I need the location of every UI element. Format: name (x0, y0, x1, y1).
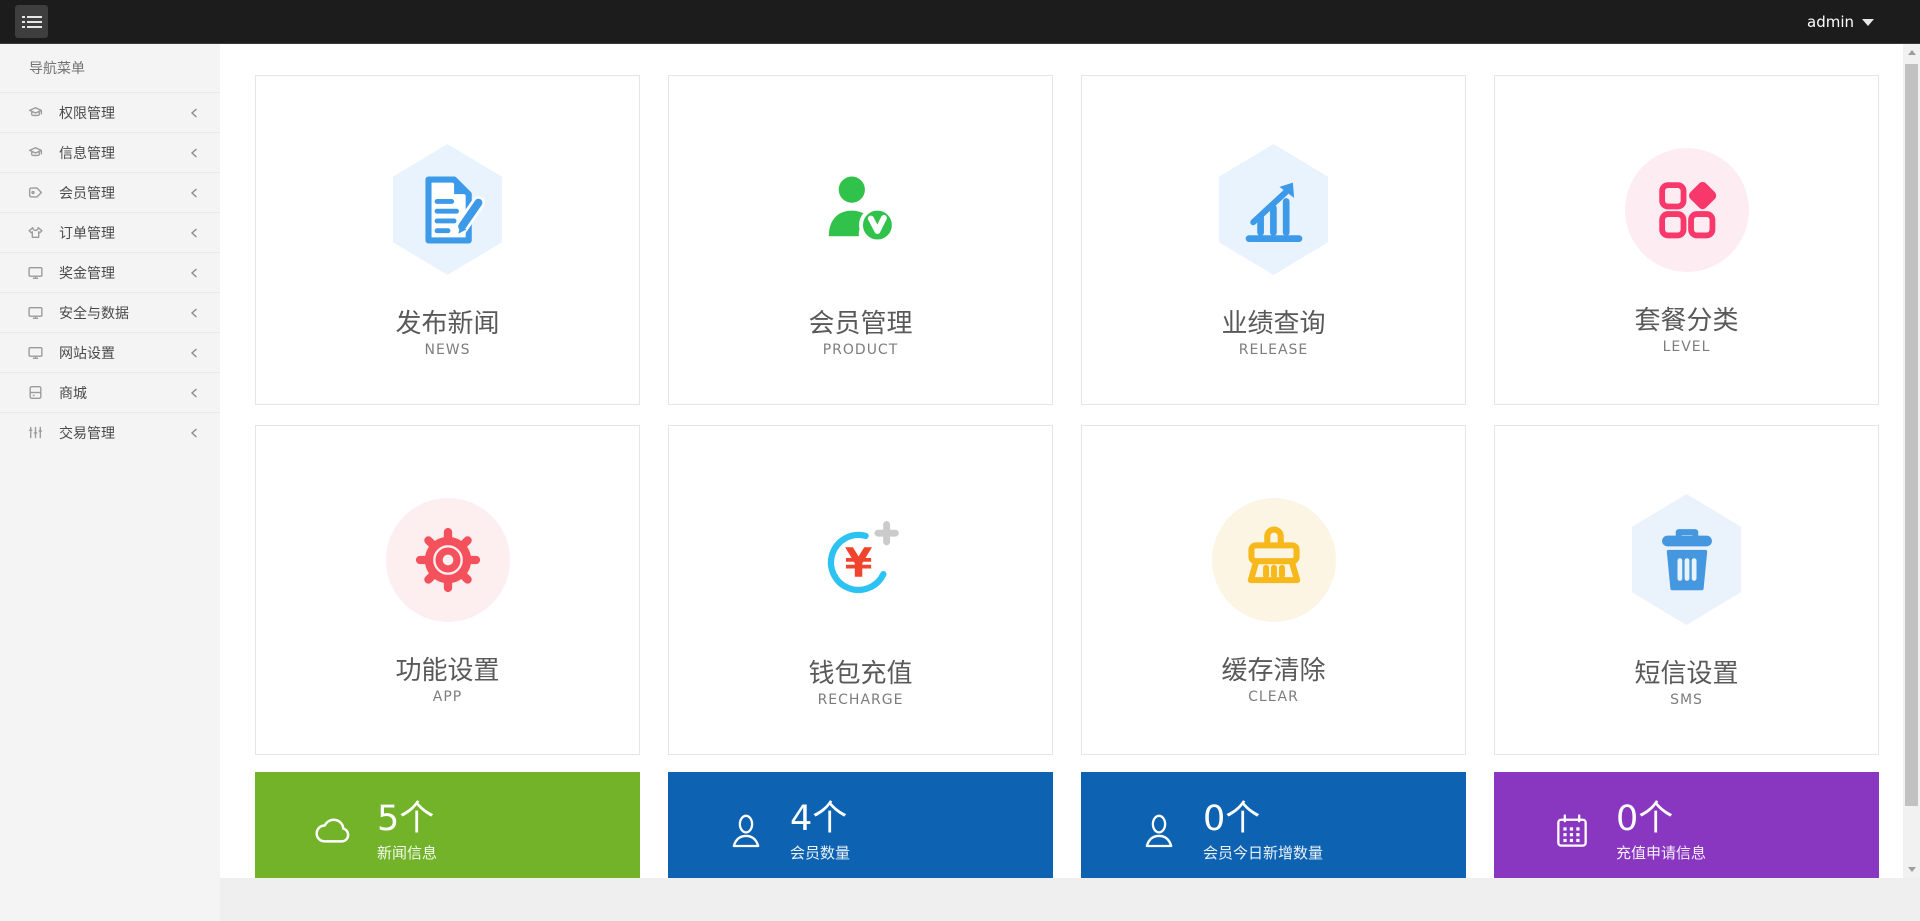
svg-text:¥: ¥ (844, 540, 872, 586)
security-monitor-icon (27, 304, 44, 321)
vertical-scrollbar[interactable] (1903, 44, 1920, 878)
stat-member-new-today: 0个 会员今日新增数量 (1081, 772, 1466, 878)
card-performance-query[interactable]: 业绩查询 RELEASE (1081, 75, 1466, 405)
sidebar-item-label: 网站设置 (59, 343, 188, 363)
sidebar-item-permission[interactable]: 权限管理 (0, 92, 220, 132)
card-title: 发布新闻 (395, 303, 499, 340)
chevron-left-icon (188, 107, 200, 119)
scroll-down-arrow-icon[interactable] (1903, 861, 1920, 878)
sidebar-item-orders[interactable]: 订单管理 (0, 212, 220, 252)
card-cache-clear[interactable]: 缓存清除 CLEAR (1081, 425, 1466, 755)
sidebar: 导航菜单 权限管理 信息管理 会员管理 订单管理 奖金管理 (0, 44, 220, 921)
sidebar-item-mall[interactable]: 商城 (0, 372, 220, 412)
card-function-settings[interactable]: 功能设置 APP (255, 425, 640, 755)
topbar: admin (0, 0, 1920, 44)
card-sms-settings[interactable]: 短信设置 SMS (1494, 425, 1879, 755)
sidebar-item-label: 信息管理 (59, 143, 188, 163)
card-subtitle: NEWS (424, 342, 470, 358)
scrollbar-thumb[interactable] (1905, 64, 1918, 806)
card-title: 钱包充值 (808, 653, 912, 690)
stat-recharge-requests: 0个 充值申请信息 (1494, 772, 1879, 878)
scroll-up-arrow-icon[interactable] (1903, 44, 1920, 61)
cache-broom-icon (1212, 498, 1336, 622)
user-menu[interactable]: admin (1807, 0, 1874, 44)
member-v-icon (799, 144, 923, 275)
sidebar-item-label: 安全与数据 (59, 303, 188, 323)
news-edit-icon (386, 144, 510, 275)
stat-label: 会员今日新增数量 (1203, 842, 1323, 863)
stat-label: 新闻信息 (377, 842, 437, 863)
sms-trash-icon (1625, 494, 1749, 625)
card-title: 业绩查询 (1221, 303, 1325, 340)
chevron-left-icon (188, 147, 200, 159)
card-title: 会员管理 (808, 303, 912, 340)
card-subtitle: APP (433, 689, 462, 705)
caret-down-icon (1862, 19, 1874, 26)
sidebar-item-information[interactable]: 信息管理 (0, 132, 220, 172)
card-subtitle: CLEAR (1248, 689, 1299, 705)
chevron-left-icon (188, 307, 200, 319)
sidebar-title: 导航菜单 (0, 44, 220, 92)
card-subtitle: SMS (1670, 692, 1703, 708)
menu-list-icon (22, 14, 42, 30)
bonus-monitor-icon (27, 264, 44, 281)
chevron-left-icon (188, 187, 200, 199)
card-subtitle: LEVEL (1663, 339, 1711, 355)
card-subtitle: RELEASE (1239, 342, 1309, 358)
gear-icon (386, 498, 510, 622)
stat-label: 会员数量 (790, 842, 850, 863)
card-title: 短信设置 (1634, 653, 1738, 690)
chevron-left-icon (188, 267, 200, 279)
sidebar-item-label: 会员管理 (59, 183, 188, 203)
sidebar-item-label: 交易管理 (59, 423, 188, 443)
user-outline-icon (1136, 809, 1182, 855)
chevron-left-icon (188, 227, 200, 239)
username: admin (1807, 13, 1854, 31)
mall-drive-icon (27, 384, 44, 401)
sidebar-toggle-button[interactable] (15, 5, 48, 38)
card-member-management[interactable]: 会员管理 PRODUCT (668, 75, 1053, 405)
sidebar-item-trade[interactable]: 交易管理 (0, 412, 220, 452)
package-category-icon (1625, 148, 1749, 272)
order-shirt-icon (27, 224, 44, 241)
card-title: 缓存清除 (1221, 650, 1325, 687)
chevron-left-icon (188, 387, 200, 399)
stat-value: 0个 (1616, 801, 1706, 838)
stat-value: 4个 (790, 801, 850, 838)
sidebar-item-label: 商城 (59, 383, 188, 403)
sidebar-item-members[interactable]: 会员管理 (0, 172, 220, 212)
permission-icon (27, 104, 44, 121)
card-title: 功能设置 (395, 650, 499, 687)
card-wallet-recharge[interactable]: ¥ 钱包充值 RECHARGE (668, 425, 1053, 755)
stat-news-count: 5个 新闻信息 (255, 772, 640, 878)
sidebar-item-site-settings[interactable]: 网站设置 (0, 332, 220, 372)
member-tag-icon (27, 184, 44, 201)
main-content: 发布新闻 NEWS 会员管理 PRODUCT 业绩查询 (220, 44, 1903, 878)
sidebar-item-label: 奖金管理 (59, 263, 188, 283)
information-icon (27, 144, 44, 161)
stat-member-count: 4个 会员数量 (668, 772, 1053, 878)
sidebar-item-security-data[interactable]: 安全与数据 (0, 292, 220, 332)
cloud-icon (310, 809, 356, 855)
card-package-category[interactable]: 套餐分类 LEVEL (1494, 75, 1879, 405)
card-subtitle: RECHARGE (818, 692, 904, 708)
performance-chart-icon (1212, 144, 1336, 275)
wallet-recharge-icon: ¥ (799, 494, 923, 625)
calendar-icon (1549, 809, 1595, 855)
stat-value: 0个 (1203, 801, 1323, 838)
card-subtitle: PRODUCT (823, 342, 899, 358)
card-title: 套餐分类 (1634, 300, 1738, 337)
sidebar-item-label: 权限管理 (59, 103, 188, 123)
trade-sliders-icon (27, 424, 44, 441)
chevron-left-icon (188, 427, 200, 439)
sidebar-item-label: 订单管理 (59, 223, 188, 243)
stat-value: 5个 (377, 801, 437, 838)
chevron-left-icon (188, 347, 200, 359)
card-publish-news[interactable]: 发布新闻 NEWS (255, 75, 640, 405)
user-outline-icon (723, 809, 769, 855)
stat-label: 充值申请信息 (1616, 842, 1706, 863)
site-monitor-icon (27, 344, 44, 361)
sidebar-item-bonus[interactable]: 奖金管理 (0, 252, 220, 292)
